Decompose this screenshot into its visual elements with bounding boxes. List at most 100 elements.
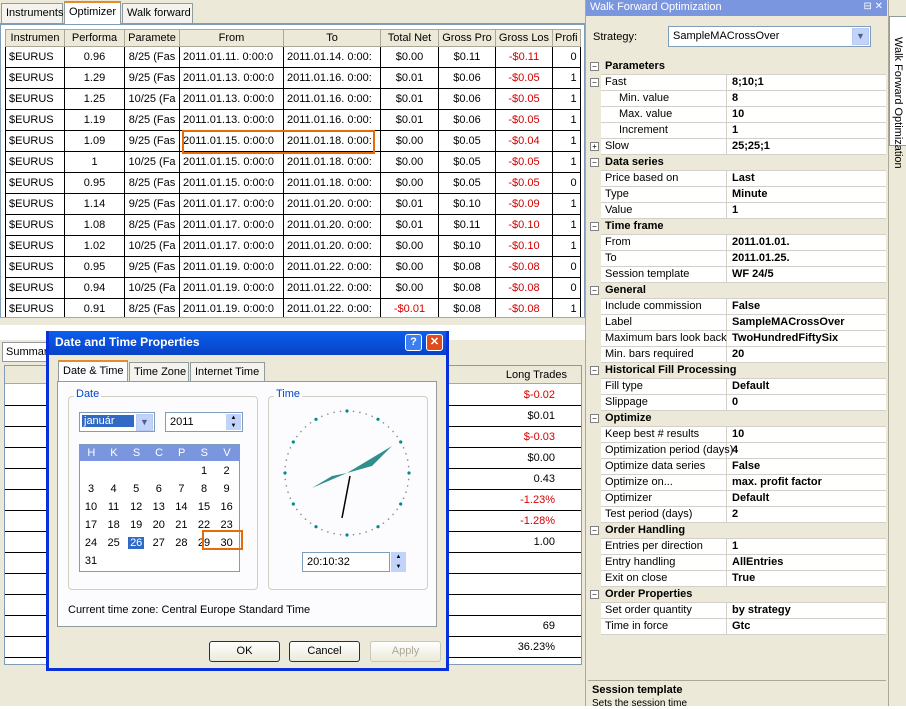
property-value[interactable]: Default <box>732 492 769 504</box>
expand-icon[interactable]: + <box>590 142 599 151</box>
calendar-day[interactable]: 11 <box>106 501 122 513</box>
calendar-day[interactable]: 2 <box>219 465 235 477</box>
table-row[interactable]: $EURUS 0.96 8/25 (Fas 2011.01.11. 0:00:0 201… <box>5 46 581 68</box>
property-value[interactable]: AllEntries <box>732 556 783 568</box>
property-row[interactable]: From 2011.01.01. <box>588 235 886 251</box>
collapse-icon[interactable]: − <box>590 590 599 599</box>
property-value[interactable]: max. profit factor <box>732 476 822 488</box>
property-row[interactable]: Maximum bars look back TwoHundredFiftySix <box>588 331 886 347</box>
tab-walk-forward-vertical[interactable]: Walk Forward Optimization <box>889 16 906 169</box>
property-row[interactable]: + Slow 25;25;1 <box>588 139 886 155</box>
calendar-day[interactable]: 13 <box>151 501 167 513</box>
tab-internet-time[interactable]: Internet Time <box>190 362 265 381</box>
collapse-icon[interactable]: − <box>590 366 599 375</box>
spin-up-icon[interactable]: ▲ <box>391 552 406 562</box>
property-row[interactable]: Min. bars required 20 <box>588 347 886 363</box>
calendar-day[interactable]: 8 <box>196 483 212 495</box>
column-header[interactable]: To <box>283 29 381 47</box>
property-category[interactable]: − General <box>588 283 886 299</box>
property-value[interactable]: 10 <box>732 428 744 440</box>
property-row[interactable]: Optimize on... max. profit factor <box>588 475 886 491</box>
property-row[interactable]: Max. value 10 <box>588 107 886 123</box>
property-value[interactable]: 25;25;1 <box>732 140 770 152</box>
column-header[interactable]: Paramete <box>124 29 180 47</box>
column-header[interactable]: Total Net <box>380 29 439 47</box>
property-value[interactable]: 8 <box>732 92 738 104</box>
property-value[interactable]: 1 <box>732 204 738 216</box>
calendar-day[interactable]: 9 <box>219 483 235 495</box>
property-value[interactable]: Default <box>732 380 769 392</box>
table-row[interactable]: $EURUS 1.25 10/25 (Fa 2011.01.13. 0:00:0 201… <box>5 88 581 110</box>
property-row[interactable]: Set order quantity by strategy <box>588 603 886 619</box>
collapse-icon[interactable]: − <box>590 414 599 423</box>
property-value[interactable]: 10 <box>732 108 744 120</box>
tab-optimizer[interactable]: Optimizer <box>64 1 121 24</box>
table-row[interactable]: $EURUS 1.14 9/25 (Fas 2011.01.17. 0:00:0 201… <box>5 193 581 215</box>
property-value[interactable]: False <box>732 460 760 472</box>
tab-summary[interactable]: Summar <box>2 342 52 362</box>
collapse-icon[interactable]: − <box>590 62 599 71</box>
close-icon[interactable]: ✕ <box>875 1 883 12</box>
property-row[interactable]: Optimizer Default <box>588 491 886 507</box>
table-row[interactable]: $EURUS 0.94 10/25 (Fa 2011.01.19. 0:00:0 201… <box>5 277 581 299</box>
spin-down-icon[interactable]: ▼ <box>391 562 406 572</box>
property-category[interactable]: − Order Handling <box>588 523 886 539</box>
property-value[interactable]: Gtc <box>732 620 750 632</box>
property-category[interactable]: − Data series <box>588 155 886 171</box>
property-value[interactable]: True <box>732 572 755 584</box>
month-select[interactable]: január ▼ <box>79 412 155 432</box>
property-row[interactable]: Keep best # results 10 <box>588 427 886 443</box>
property-row[interactable]: Label SampleMACrossOver <box>588 315 886 331</box>
calendar-day[interactable]: 26 <box>128 537 145 549</box>
calendar-day[interactable]: 16 <box>219 501 235 513</box>
property-value[interactable]: Last <box>732 172 755 184</box>
tab-date-time[interactable]: Date & Time <box>58 360 128 382</box>
calendar-day[interactable]: 4 <box>106 483 122 495</box>
ok-button[interactable]: OK <box>209 641 280 662</box>
spin-up-icon[interactable]: ▲ <box>226 414 241 422</box>
chevron-down-icon[interactable]: ▼ <box>136 414 153 431</box>
calendar-day[interactable]: 5 <box>128 483 144 495</box>
collapse-icon[interactable]: − <box>590 158 599 167</box>
help-icon[interactable]: ? <box>405 334 422 351</box>
calendar-day[interactable]: 12 <box>128 501 144 513</box>
calendar-day[interactable]: 3 <box>83 483 99 495</box>
table-row[interactable]: $EURUS 1.29 9/25 (Fas 2011.01.13. 0:00:0 201… <box>5 67 581 89</box>
strategy-select[interactable]: SampleMACrossOver ▼ <box>668 26 871 47</box>
calendar-day[interactable]: 18 <box>106 519 122 531</box>
table-row[interactable]: $EURUS 1.02 10/25 (Fa 2011.01.17. 0:00:0 201… <box>5 235 581 257</box>
property-value[interactable]: False <box>732 300 760 312</box>
property-row[interactable]: Time in force Gtc <box>588 619 886 635</box>
calendar-day[interactable]: 6 <box>151 483 167 495</box>
table-row[interactable]: $EURUS 0.95 8/25 (Fas 2011.01.15. 0:00:0 201… <box>5 172 581 194</box>
property-value[interactable]: 2 <box>732 508 738 520</box>
property-value[interactable]: 1 <box>732 124 738 136</box>
property-value[interactable]: TwoHundredFiftySix <box>732 332 838 344</box>
time-input[interactable]: 20:10:32 <box>302 552 390 572</box>
column-header[interactable]: Performa <box>64 29 125 47</box>
property-row[interactable]: Price based on Last <box>588 171 886 187</box>
column-header[interactable]: Profi <box>552 29 581 47</box>
property-category[interactable]: − Time frame <box>588 219 886 235</box>
property-value[interactable]: WF 24/5 <box>732 268 774 280</box>
calendar-day[interactable]: 15 <box>196 501 212 513</box>
calendar-day[interactable]: 17 <box>83 519 99 531</box>
panel-controls[interactable]: ⊟ ✕ <box>863 1 883 12</box>
property-row[interactable]: Entries per direction 1 <box>588 539 886 555</box>
cancel-button[interactable]: Cancel <box>289 641 360 662</box>
tab-instruments[interactable]: Instruments <box>1 3 63 23</box>
calendar-day[interactable]: 24 <box>83 537 99 549</box>
property-row[interactable]: Slippage 0 <box>588 395 886 411</box>
tab-walk-forward[interactable]: Walk forward <box>122 3 193 23</box>
property-value[interactable]: by strategy <box>732 604 791 616</box>
pin-icon[interactable]: ⊟ <box>863 1 871 12</box>
column-header[interactable]: From <box>179 29 284 47</box>
property-value[interactable]: 4 <box>732 444 738 456</box>
year-spinner[interactable]: 2011 ▲ ▼ <box>165 412 243 432</box>
property-category[interactable]: − Optimize <box>588 411 886 427</box>
property-category[interactable]: − Parameters <box>588 59 886 75</box>
property-value[interactable]: 1 <box>732 540 738 552</box>
calendar-day[interactable]: 27 <box>151 537 167 549</box>
horizontal-scrollbar[interactable] <box>0 317 585 325</box>
calendar-day[interactable]: 31 <box>83 555 99 567</box>
